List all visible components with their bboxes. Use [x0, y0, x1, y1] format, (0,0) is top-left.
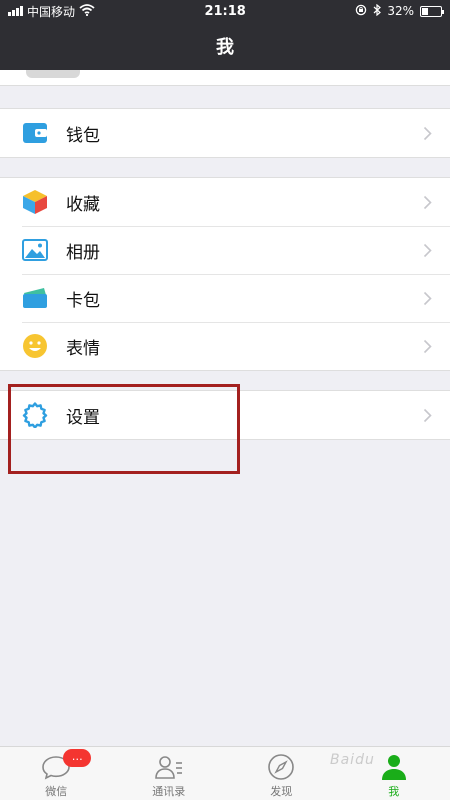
favorites-cell[interactable]: 收藏 [0, 178, 450, 226]
tab-discover-label: 发现 [270, 785, 293, 798]
tab-contacts-label: 通讯录 [152, 785, 186, 798]
status-right: 32% [355, 3, 444, 19]
page-title: 我 [216, 37, 234, 58]
battery-icon [419, 5, 444, 17]
tab-chats-label: 微信 [45, 785, 68, 798]
wifi-icon [79, 3, 95, 19]
wallet-cell[interactable]: 钱包 [0, 109, 450, 157]
album-cell[interactable]: 相册 [0, 226, 450, 274]
chevron-right-icon [412, 243, 442, 258]
wallet-icon [22, 120, 48, 146]
rotation-lock-icon [355, 4, 367, 19]
cards-cell[interactable]: 卡包 [0, 274, 450, 322]
bluetooth-icon [373, 3, 382, 19]
profile-header[interactable] [0, 70, 450, 86]
nav-bar: 我 [0, 22, 450, 70]
chevron-right-icon [412, 126, 442, 141]
stickers-cell[interactable]: 表情 [0, 322, 450, 370]
me-icon [379, 753, 409, 781]
compass-icon [266, 753, 296, 781]
status-left: 中国移动 [8, 3, 95, 20]
card-wallet-icon [22, 285, 48, 311]
tab-discover[interactable]: 发现 [225, 747, 338, 800]
smiley-icon [22, 333, 48, 359]
favorites-label: 收藏 [66, 194, 100, 215]
cards-label: 卡包 [66, 290, 100, 311]
chevron-right-icon [412, 339, 442, 354]
tab-me-label: 我 [388, 785, 400, 798]
chevron-right-icon [412, 291, 442, 306]
contacts-icon [154, 753, 184, 781]
status-time: 21:18 [204, 3, 246, 19]
stickers-label: 表情 [66, 338, 100, 359]
wallet-group: 钱包 [0, 108, 450, 158]
tab-chats[interactable]: … 微信 [0, 747, 113, 800]
avatar[interactable] [26, 70, 80, 78]
carrier-name: 中国移动 [27, 4, 76, 19]
signal-icon [8, 6, 23, 16]
wallet-label: 钱包 [66, 125, 100, 146]
tab-bar: … 微信 通讯录 发现 我 [0, 746, 450, 800]
chat-icon: … [41, 749, 92, 781]
favorites-cube-icon [22, 189, 48, 215]
highlight-annotation-box [8, 384, 240, 474]
album-photo-icon [22, 237, 48, 263]
status-bar: 中国移动 21:18 32% [0, 0, 450, 22]
unread-badge: … [63, 749, 92, 767]
album-label: 相册 [66, 242, 100, 263]
battery-percent: 32% [387, 4, 414, 18]
tab-contacts[interactable]: 通讯录 [113, 747, 226, 800]
chevron-right-icon [412, 195, 442, 210]
battery-fill [421, 7, 428, 15]
baidu-watermark: Baidu [330, 752, 375, 768]
features-group: 收藏 相册 卡包 表情 [0, 177, 450, 371]
chevron-right-icon [412, 408, 442, 423]
